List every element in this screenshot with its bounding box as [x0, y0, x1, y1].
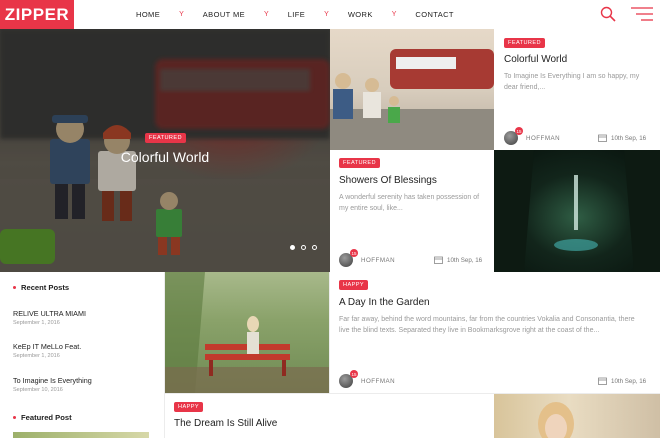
post-meta: 15 HOFFMAN	[339, 249, 395, 271]
sidebar: Recent Posts RELIVE ULTRA MIAMI Septembe…	[0, 272, 164, 438]
nav-separator: Y	[179, 11, 184, 18]
nav-separator: Y	[264, 11, 269, 18]
post-date: 10th Sep, 16	[598, 377, 646, 385]
post-badge[interactable]: FEATURED	[504, 38, 545, 48]
post-excerpt: Far far away, behind the word mountains,…	[339, 316, 635, 334]
post-card-colorful-world[interactable]: FEATURED Colorful World To Imagine Is Ev…	[494, 29, 660, 150]
search-icon[interactable]	[600, 6, 616, 22]
slider-dot-3[interactable]	[312, 245, 317, 250]
avatar-badge: 15	[515, 127, 523, 135]
post-date-text: 10th Sep, 16	[611, 134, 647, 142]
post-date: 10th Sep, 16	[434, 256, 482, 264]
recent-post-title[interactable]: RELIVE ULTRA MIAMI	[13, 309, 86, 318]
recent-post-title[interactable]: KeEp IT MeLLo Feat.	[13, 342, 81, 351]
recent-post-title[interactable]: To Imagine Is Everything	[13, 376, 92, 385]
post-excerpt: A wonderful serenity has taken possessio…	[339, 194, 480, 212]
avatar-badge: 15	[350, 370, 358, 378]
site-logo[interactable]: ZIPPER	[0, 0, 74, 29]
recent-post-date: September 1, 2016	[13, 320, 60, 326]
post-title[interactable]: Showers Of Blessings	[339, 175, 437, 186]
featured-post-heading: Featured Post	[13, 413, 72, 422]
calendar-icon	[598, 134, 607, 142]
nav-item-home[interactable]: HOME	[136, 10, 160, 19]
post-date-text: 10th Sep, 16	[611, 377, 647, 385]
nav-item-life[interactable]: LIFE	[288, 10, 305, 19]
nav-item-work[interactable]: WORK	[348, 10, 373, 19]
post-meta: 15 HOFFMAN	[504, 127, 560, 149]
post-title[interactable]: Colorful World	[504, 54, 567, 65]
post-card-a-day-in-the-garden[interactable]: HAPPY A Day In the Garden Far far away, …	[330, 272, 660, 393]
post-image-garden[interactable]	[165, 272, 329, 393]
hero-title[interactable]: Colorful World	[0, 149, 330, 165]
garden-graphic	[165, 272, 329, 393]
avatar[interactable]: 15	[339, 249, 358, 267]
post-author[interactable]: HOFFMAN	[526, 135, 560, 142]
featured-post-thumbnail[interactable]	[13, 432, 149, 438]
post-excerpt: To Imagine Is Everything I am so happy, …	[504, 73, 640, 91]
post-title[interactable]: The Dream Is Still Alive	[174, 418, 277, 429]
post-image-colorful-world[interactable]	[330, 29, 494, 150]
main-nav: HOME Y ABOUT ME Y LIFE Y WORK Y CONTACT	[136, 0, 454, 29]
post-author[interactable]: HOFFMAN	[361, 257, 395, 264]
slider-dot-1[interactable]	[290, 245, 295, 250]
avatar[interactable]: 15	[504, 127, 523, 145]
calendar-icon	[434, 256, 443, 264]
hero-slider[interactable]: FEATURED Colorful World	[0, 29, 330, 272]
waterfall-graphic	[494, 150, 660, 272]
recent-post-date: September 10, 2016	[13, 387, 63, 393]
post-date: 10th Sep, 16	[598, 134, 646, 142]
avatar-badge: 15	[350, 249, 358, 257]
post-image-toys-graphic	[330, 49, 494, 150]
post-badge[interactable]: FEATURED	[339, 158, 380, 168]
post-card-the-dream-is-still-alive[interactable]: HAPPY The Dream Is Still Alive	[165, 394, 494, 438]
post-date-text: 10th Sep, 16	[447, 256, 483, 264]
recent-posts-heading: Recent Posts	[13, 283, 69, 292]
post-card-showers-of-blessings[interactable]: FEATURED Showers Of Blessings A wonderfu…	[330, 150, 494, 272]
menu-icon[interactable]	[631, 6, 653, 22]
post-badge[interactable]: HAPPY	[174, 402, 203, 412]
portrait-graphic	[538, 402, 574, 438]
slider-dot-2[interactable]	[301, 245, 306, 250]
post-author[interactable]: HOFFMAN	[361, 378, 395, 385]
post-meta: 15 HOFFMAN	[339, 370, 395, 392]
nav-separator: Y	[391, 11, 397, 18]
calendar-icon	[598, 377, 607, 385]
avatar[interactable]: 15	[339, 370, 358, 388]
nav-item-contact[interactable]: CONTACT	[415, 10, 454, 19]
hero-badge[interactable]: FEATURED	[145, 133, 186, 143]
post-image-portrait[interactable]	[494, 394, 660, 438]
post-badge[interactable]: HAPPY	[339, 280, 368, 290]
site-header: ZIPPER HOME Y ABOUT ME Y LIFE Y WORK Y C…	[0, 0, 660, 29]
nav-separator: Y	[324, 11, 329, 18]
recent-post-date: September 1, 2016	[13, 353, 60, 359]
post-title[interactable]: A Day In the Garden	[339, 297, 430, 308]
nav-item-about-me[interactable]: ABOUT ME	[203, 10, 245, 19]
post-image-waterfall[interactable]	[494, 150, 660, 272]
